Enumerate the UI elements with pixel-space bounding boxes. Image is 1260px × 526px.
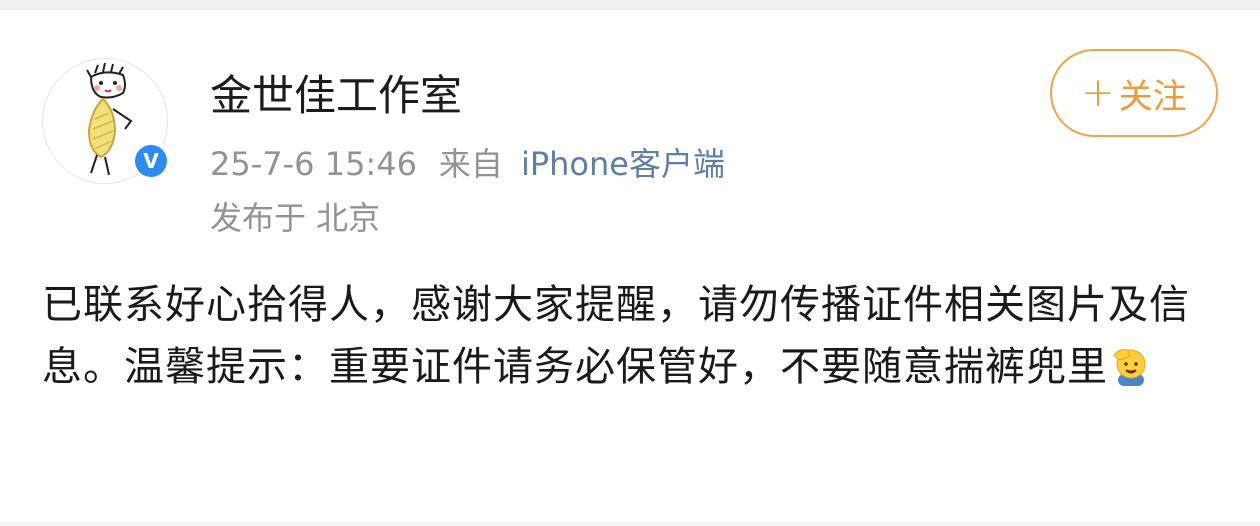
top-divider: [0, 0, 1260, 10]
post-meta: 25-7-6 15:46 来自 iPhone客户端: [210, 139, 725, 185]
from-label: 来自: [438, 145, 503, 183]
post-timestamp: 25-7-6 15:46: [210, 145, 417, 183]
post-source-link[interactable]: iPhone客户端: [521, 145, 725, 183]
salute-emoji-icon: [1110, 342, 1152, 386]
post-text-content: 已联系好心拾得人，感谢大家提醒，请勿传播证件相关图片及信息。温馨提示：重要证件请…: [42, 282, 1190, 390]
bottom-divider: [0, 522, 1260, 526]
verified-badge: V: [132, 142, 170, 180]
follow-button[interactable]: + 关注: [1050, 49, 1218, 137]
user-name[interactable]: 金世佳工作室: [210, 62, 462, 123]
avatar-container[interactable]: V: [42, 58, 170, 184]
plus-icon: +: [1081, 70, 1115, 116]
verified-icon: V: [135, 145, 167, 177]
post-text: 已联系好心拾得人，感谢大家提醒，请勿传播证件相关图片及信息。温馨提示：重要证件请…: [42, 274, 1222, 398]
post-location: 发布于 北京: [210, 199, 381, 237]
follow-label: 关注: [1118, 76, 1187, 117]
